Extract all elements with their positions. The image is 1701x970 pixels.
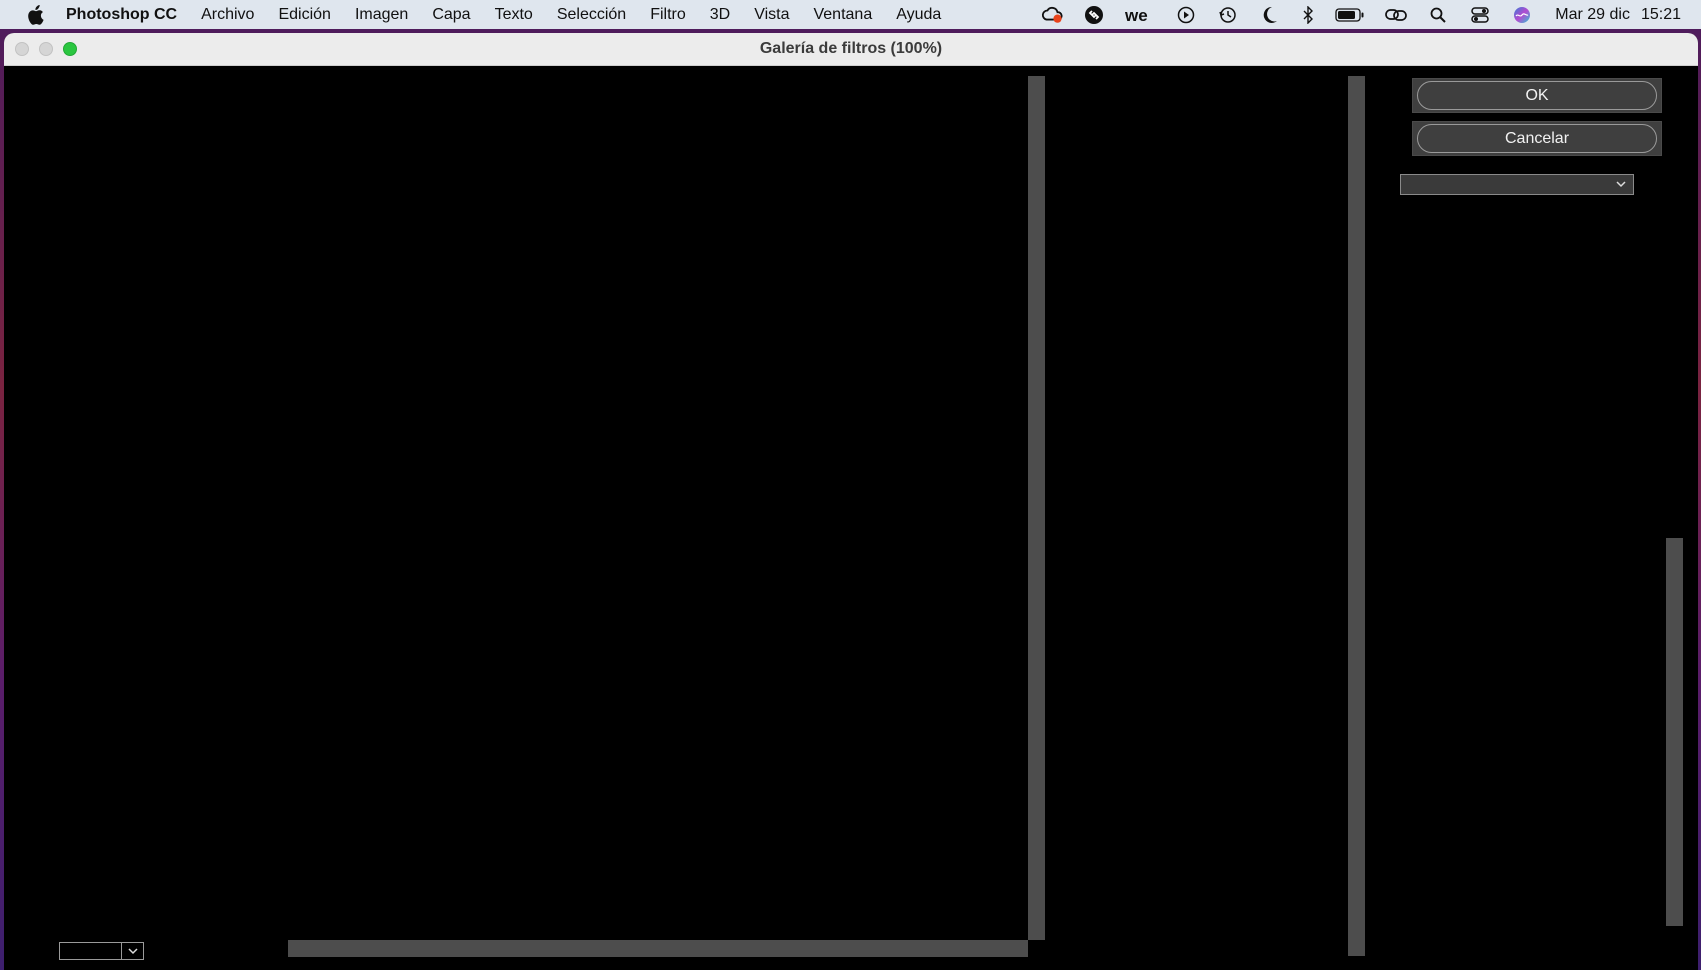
clock-date: Mar 29 dic (1555, 5, 1630, 23)
apple-menu-icon[interactable] (22, 0, 48, 29)
menu-ayuda[interactable]: Ayuda (896, 6, 941, 24)
control-center-icon[interactable] (1469, 5, 1491, 25)
siri-icon[interactable] (1511, 5, 1533, 25)
filter-list-scrollbar[interactable] (1348, 76, 1365, 956)
window-titlebar[interactable]: Galería de filtros (100%) (4, 33, 1698, 66)
menu-3d[interactable]: 3D (710, 6, 730, 24)
svg-text:we: we (1125, 7, 1148, 23)
filter-gallery-window: Galería de filtros (100%) OK Cancelar (4, 33, 1698, 970)
zoom-level-dropdown[interactable] (59, 942, 144, 960)
preview-vertical-scrollbar[interactable] (1028, 76, 1045, 940)
app-name-menu[interactable]: Photoshop CC (66, 6, 177, 24)
time-machine-icon[interactable] (1217, 5, 1239, 25)
status-bar: we Mar 29 dic 15:21 (1021, 0, 1701, 29)
clock-time: 15:21 (1640, 5, 1681, 23)
menu-texto[interactable]: Texto (495, 6, 533, 24)
menu-filtro[interactable]: Filtro (650, 6, 686, 24)
menu-ventana[interactable]: Ventana (813, 6, 872, 24)
cancel-button-label: Cancelar (1417, 124, 1657, 153)
settings-panel-scrollbar[interactable] (1666, 538, 1683, 926)
menu-imagen[interactable]: Imagen (355, 6, 408, 24)
cancel-button[interactable]: Cancelar (1412, 121, 1662, 156)
menu-bar: Photoshop CC Archivo Edición Imagen Capa… (0, 0, 1701, 29)
menu-vista[interactable]: Vista (754, 6, 789, 24)
menu-seleccion[interactable]: Selección (557, 6, 626, 24)
chevron-down-icon (127, 944, 139, 958)
moon-icon[interactable] (1259, 5, 1281, 25)
shazam-icon[interactable] (1083, 5, 1105, 25)
filter-select-dropdown[interactable] (1400, 174, 1634, 195)
ok-button[interactable]: OK (1412, 78, 1662, 113)
link-icon[interactable] (1385, 5, 1408, 25)
wetransfer-icon[interactable]: we (1125, 5, 1155, 25)
menu-archivo[interactable]: Archivo (201, 6, 254, 24)
zoom-dropdown-divider (121, 943, 122, 959)
menubar-clock[interactable]: Mar 29 dic 15:21 (1555, 6, 1681, 24)
preview-horizontal-scrollbar[interactable] (288, 940, 1028, 957)
window-title: Galería de filtros (100%) (759, 40, 943, 57)
menu-capa[interactable]: Capa (432, 6, 470, 24)
play-circle-icon[interactable] (1175, 5, 1197, 25)
chevron-down-icon (1615, 177, 1627, 191)
menu-edicion[interactable]: Edición (278, 6, 330, 24)
search-icon[interactable] (1427, 5, 1449, 25)
battery-icon (1335, 5, 1365, 25)
ok-button-label: OK (1417, 81, 1657, 110)
creative-cloud-icon[interactable] (1041, 5, 1063, 25)
bluetooth-icon[interactable] (1301, 5, 1315, 25)
